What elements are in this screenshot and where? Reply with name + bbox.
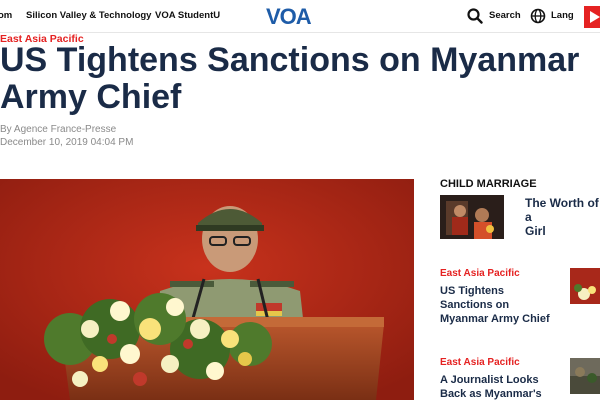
story-1-title-line-3: Myanmar Army Chief <box>440 313 550 325</box>
featured-title-line-1: The Worth of a <box>525 196 599 224</box>
nav-item-silicon-valley[interactable]: Silicon Valley & Technology <box>26 10 151 21</box>
main-article-image <box>0 179 414 400</box>
headline-line-2: Army Chief <box>0 78 182 116</box>
article-byline: By Agence France-Presse <box>0 124 117 135</box>
story-2-thumbnail[interactable] <box>570 358 600 394</box>
featured-story-thumbnail[interactable] <box>440 195 504 239</box>
story-1-title-line-1: US Tightens <box>440 285 504 297</box>
nav-item-home[interactable]: om <box>0 10 12 21</box>
story-2-title-line-1: A Journalist Looks <box>440 374 539 386</box>
headline-line-1: US Tightens Sanctions on Myanmar <box>0 41 580 79</box>
story-2-title[interactable]: A Journalist Looks Back as Myanmar's <box>440 373 542 401</box>
language-label: Lang <box>551 10 574 21</box>
featured-story-title[interactable]: The Worth of a Girl <box>525 196 600 238</box>
story-1-title-line-2: Sanctions on <box>440 299 510 311</box>
story-2-title-line-2: Back as Myanmar's <box>440 388 542 400</box>
search-icon <box>467 8 483 24</box>
voa-logo[interactable]: VOA <box>266 5 316 27</box>
article-date: December 10, 2019 04:04 PM <box>0 137 134 148</box>
story-2-category[interactable]: East Asia Pacific <box>440 357 520 368</box>
site-header: om Silicon Valley & Technology VOA Stude… <box>0 0 600 33</box>
story-1-thumbnail[interactable] <box>570 268 600 304</box>
article-headline: US Tightens Sanctions on Myanmar Army Ch… <box>0 42 600 116</box>
sidebar-section-title[interactable]: CHILD MARRIAGE <box>440 178 537 190</box>
globe-icon <box>530 8 546 24</box>
live-play-button[interactable] <box>584 6 600 28</box>
story-1-category[interactable]: East Asia Pacific <box>440 268 520 279</box>
logo-text: VOA <box>266 5 312 27</box>
story-1-title[interactable]: US Tightens Sanctions on Myanmar Army Ch… <box>440 284 550 326</box>
nav-item-studentu[interactable]: VOA StudentU <box>155 10 220 21</box>
search-label: Search <box>489 10 521 21</box>
featured-title-line-2: Girl <box>525 224 546 238</box>
